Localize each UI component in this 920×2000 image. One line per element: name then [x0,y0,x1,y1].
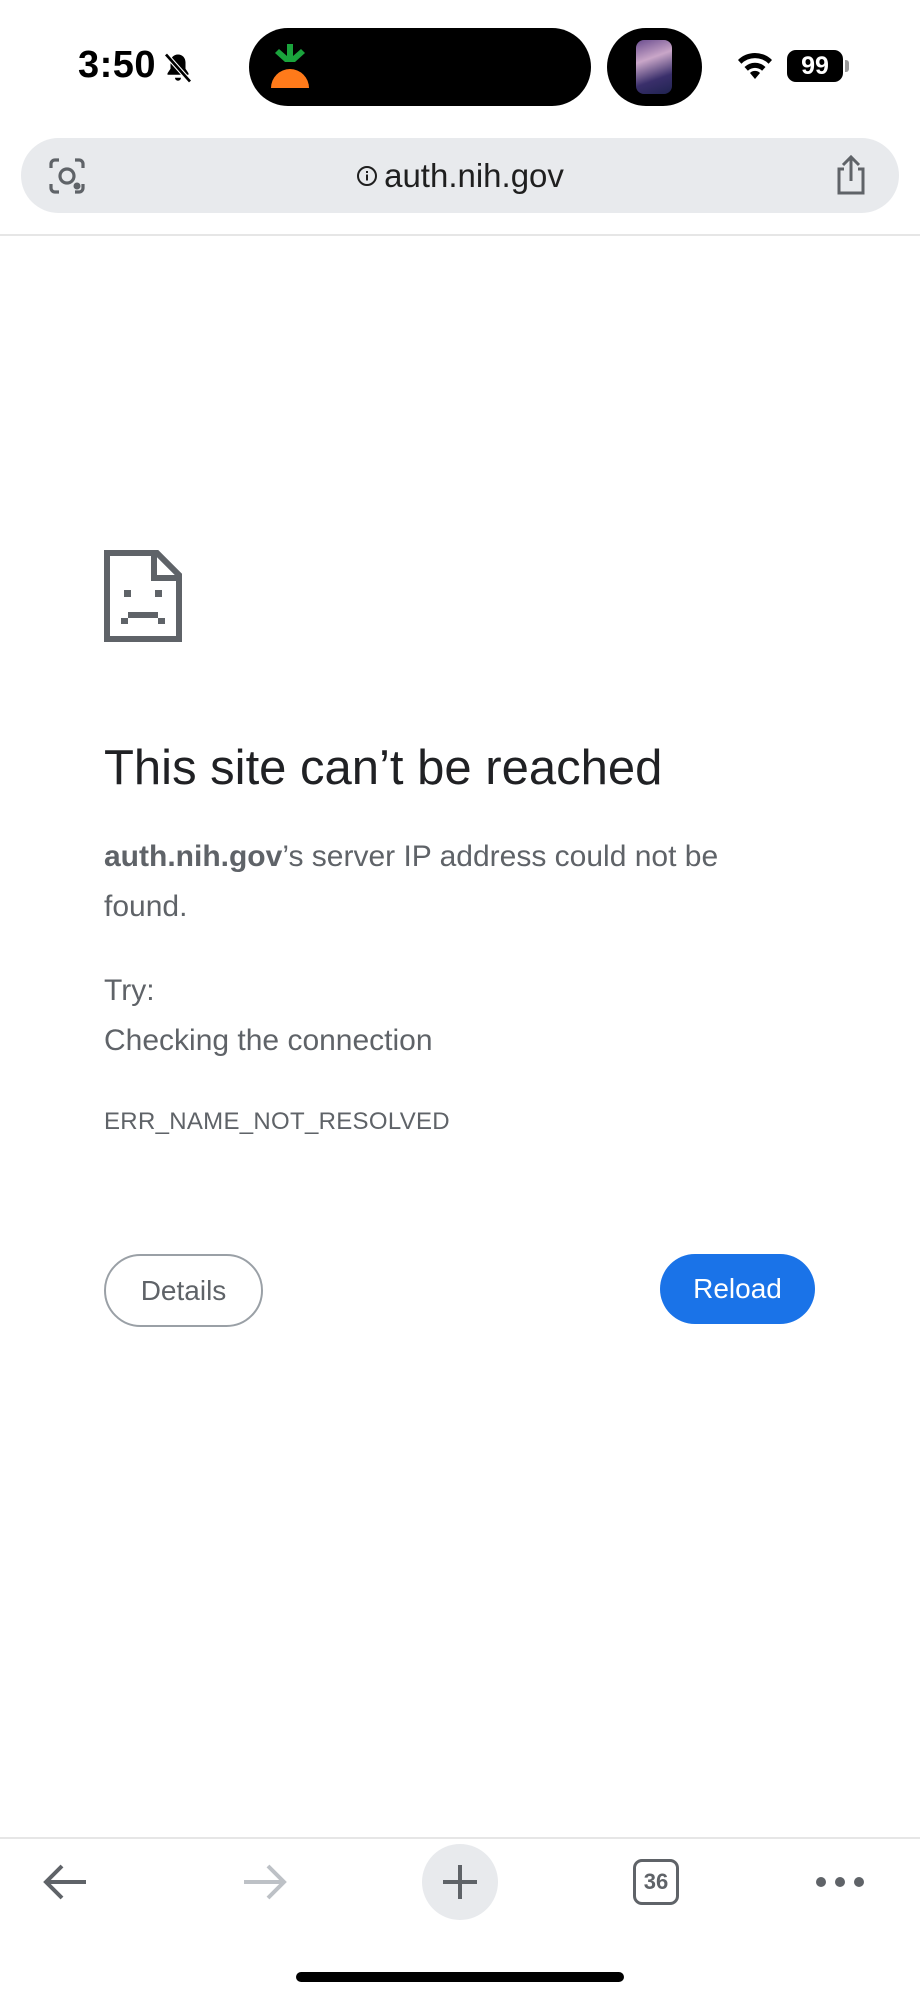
forward-arrow-icon [244,1864,287,1900]
error-host: auth.nih.gov [104,840,283,873]
wifi-icon [738,52,772,79]
sad-page-icon [104,550,182,642]
bell-slash-icon [164,52,192,84]
battery-icon: 99 [787,50,843,82]
status-bar: 3:50 99 [0,0,920,134]
live-activity [607,28,702,106]
dynamic-island [249,28,591,106]
address-bar[interactable]: auth.nih.gov [21,138,899,213]
info-icon[interactable] [356,165,378,187]
back-arrow-icon [43,1864,86,1900]
new-tab-button[interactable] [422,1844,498,1920]
more-menu-button[interactable] [810,1846,870,1918]
more-icon [816,1877,864,1887]
tab-switcher-button[interactable]: 36 [628,1846,684,1918]
plus-icon [443,1865,477,1899]
try-label: Try: [104,974,155,1007]
toolbar-divider [0,234,920,236]
details-button[interactable]: Details [104,1254,263,1327]
suggestion-check-connection: Checking the connection [104,1024,433,1057]
url-text[interactable]: auth.nih.gov [384,157,564,195]
error-message: auth.nih.gov’s server IP address could n… [104,832,784,932]
error-heading: This site can’t be reached [104,741,663,795]
share-icon[interactable] [831,154,871,196]
reload-button[interactable]: Reload [660,1254,815,1324]
url-display[interactable]: auth.nih.gov [21,138,899,213]
back-button[interactable] [36,1846,96,1918]
battery-tip [845,60,849,72]
status-time: 3:50 [78,44,157,86]
error-code: ERR_NAME_NOT_RESOLVED [104,1108,450,1135]
home-indicator[interactable] [296,1972,624,1982]
carrot-app-icon [271,44,309,88]
bottom-toolbar-divider [0,1837,920,1839]
tab-switcher-icon: 36 [633,1859,679,1905]
forward-button[interactable] [234,1846,294,1918]
live-activity-thumbnail [636,40,672,94]
